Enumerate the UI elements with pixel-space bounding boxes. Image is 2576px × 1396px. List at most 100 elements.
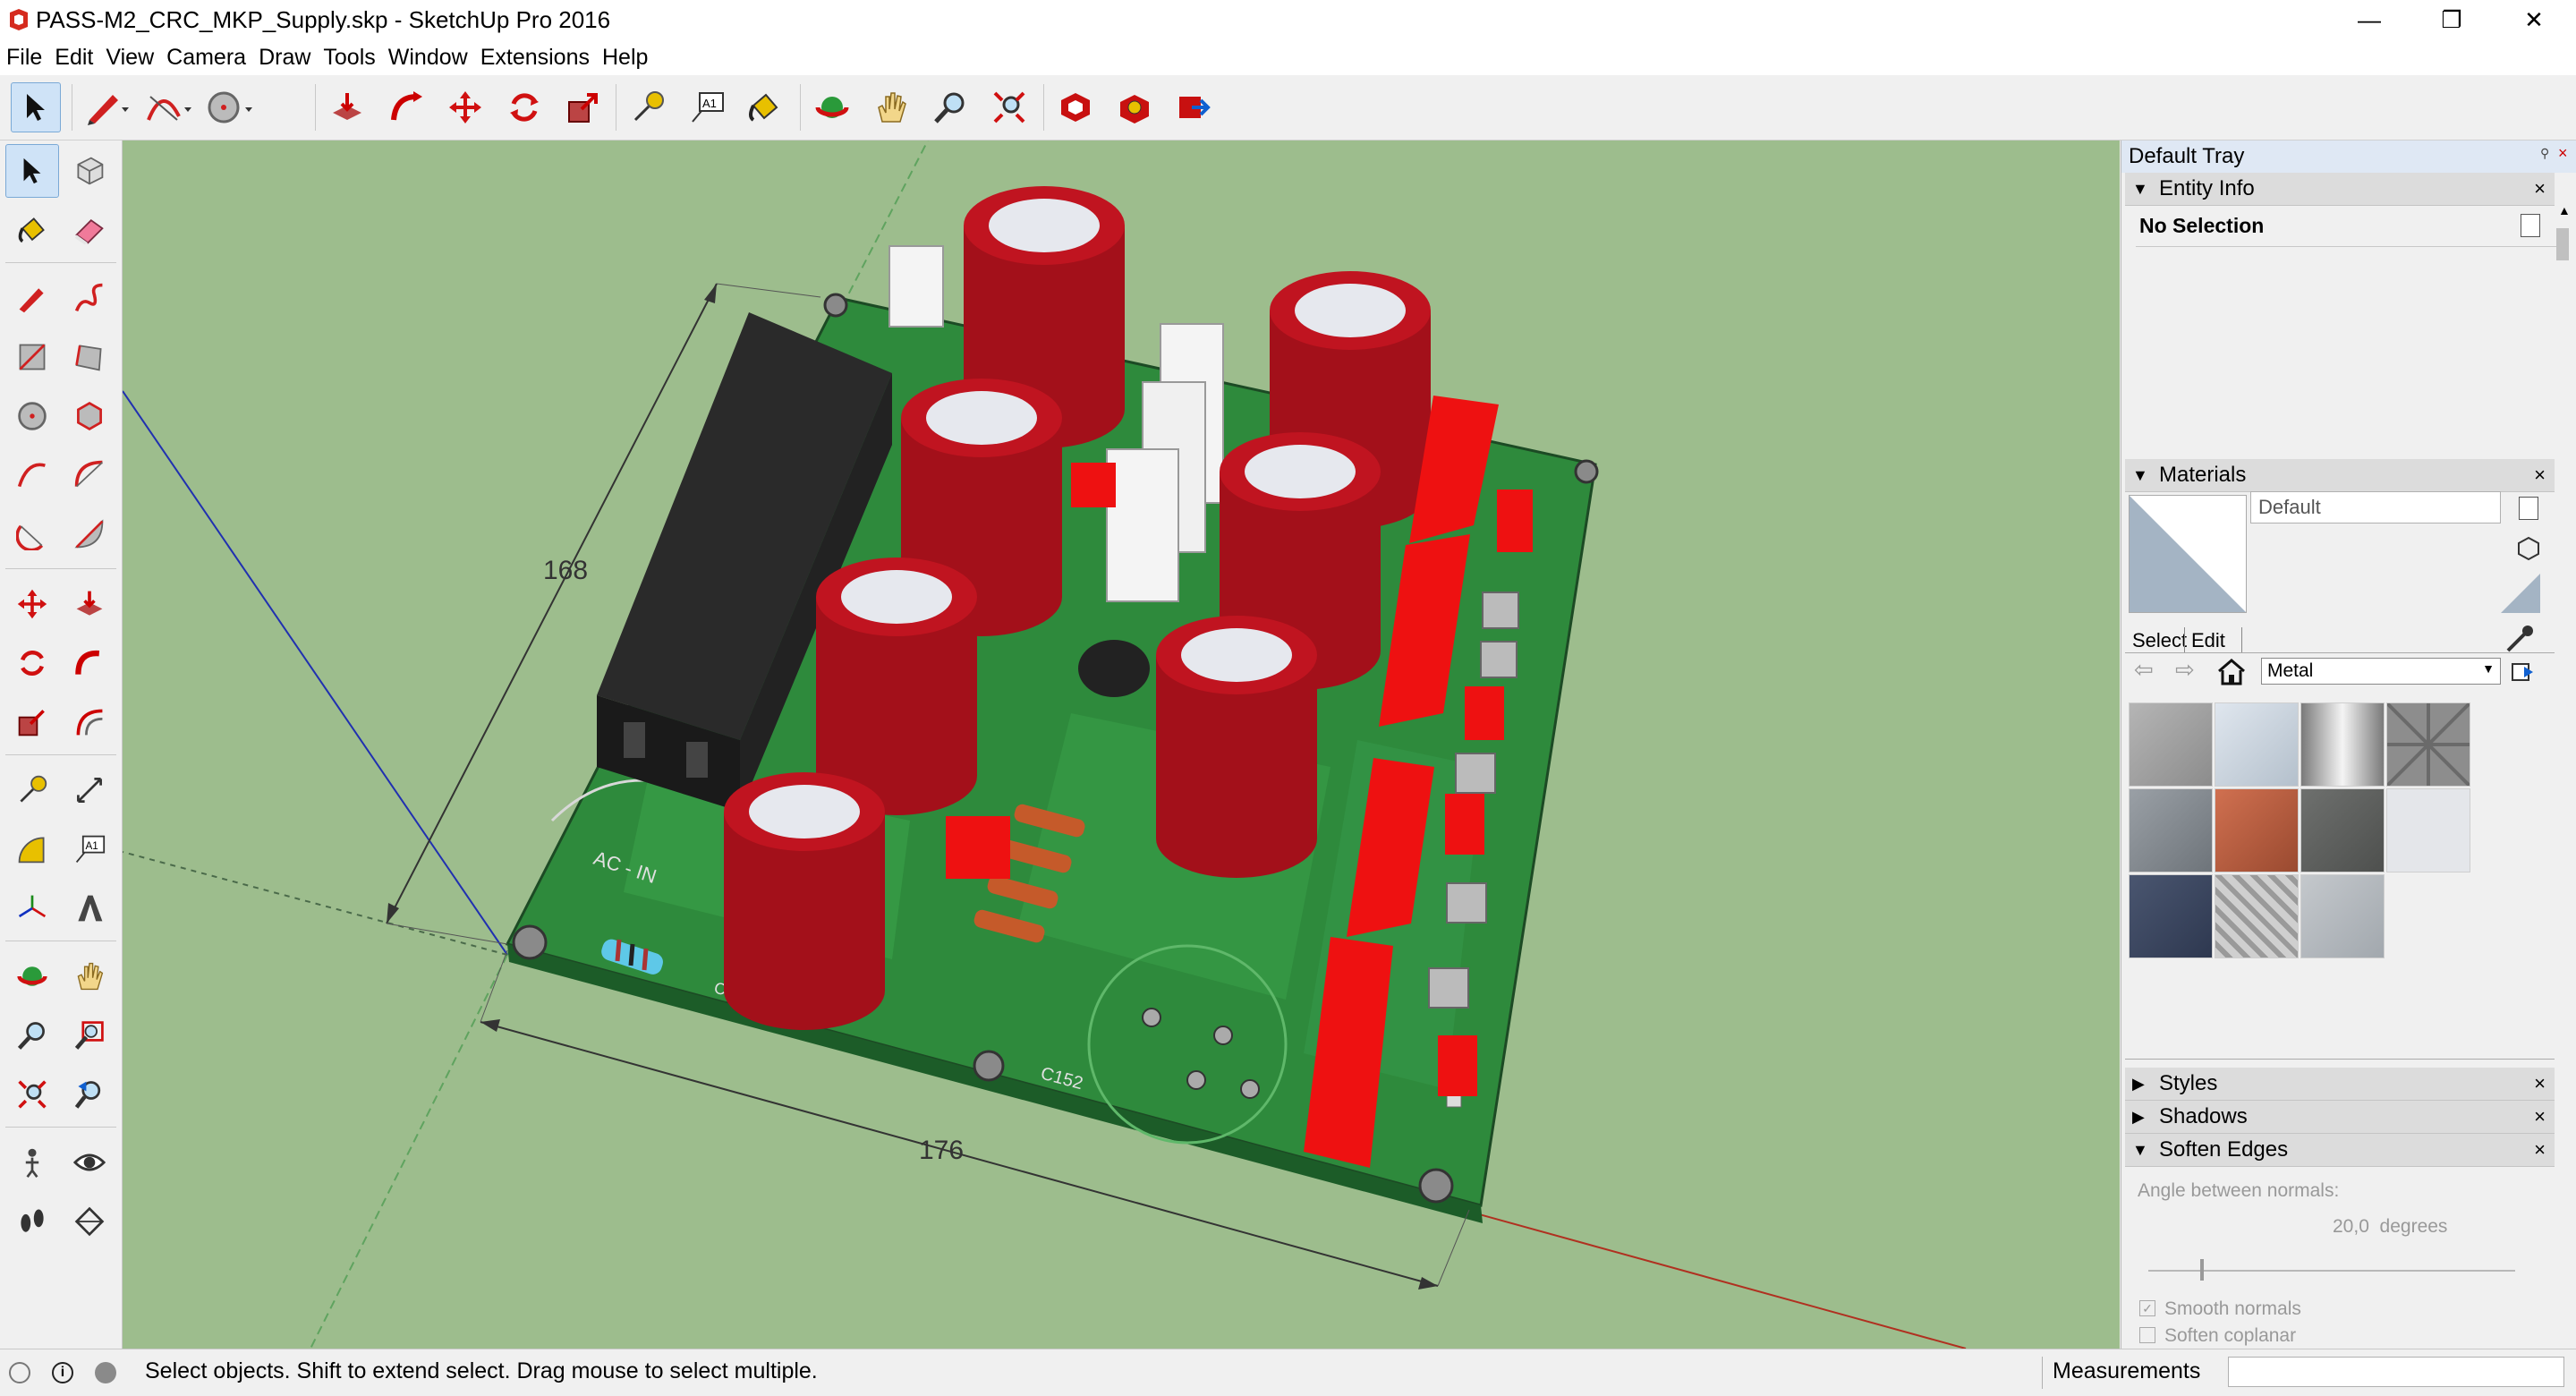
angle-slider[interactable] (2148, 1259, 2515, 1281)
materials-tab-select[interactable]: Select (2132, 629, 2187, 652)
menu-window[interactable]: Window (382, 39, 474, 75)
circle-tool-button[interactable] (204, 82, 254, 132)
material-swatch-metal[interactable] (2215, 874, 2299, 958)
menu-edit[interactable]: Edit (48, 39, 99, 75)
material-swatch-metal[interactable] (2386, 788, 2470, 872)
select-tool-button[interactable] (11, 82, 61, 132)
offset-button[interactable] (63, 695, 116, 749)
maximize-button[interactable]: ❐ (2410, 0, 2493, 39)
move-tool-button[interactable] (440, 82, 490, 132)
soften-edges-close-icon[interactable]: × (2534, 1134, 2546, 1166)
forward-arrow-icon[interactable]: ⇨ (2175, 656, 2195, 684)
home-icon[interactable] (2216, 658, 2247, 686)
push-pull-button[interactable] (322, 82, 372, 132)
entity-info-close-icon[interactable]: × (2534, 173, 2546, 205)
menu-draw[interactable]: Draw (252, 39, 317, 75)
info-icon[interactable]: i (52, 1362, 73, 1383)
menu-file[interactable]: File (0, 39, 48, 75)
left-arc-button[interactable] (5, 448, 59, 502)
smooth-normals-checkbox[interactable]: ✓ (2139, 1300, 2155, 1316)
pin-icon[interactable]: ⚲ (2540, 146, 2549, 161)
shadows-header[interactable]: ▶ Shadows × (2125, 1101, 2555, 1134)
styles-close-icon[interactable]: × (2534, 1068, 2546, 1100)
close-button[interactable]: ✕ (2493, 0, 2575, 39)
scale-tool-button[interactable] (558, 82, 608, 132)
rotate-tool-button[interactable] (499, 82, 549, 132)
paint-bucket-button[interactable] (739, 82, 789, 132)
left-tape-measure-button[interactable] (5, 763, 59, 817)
entity-info-header[interactable]: ▼ Entity Info × (2125, 173, 2555, 206)
materials-tab-edit[interactable]: Edit (2191, 629, 2225, 652)
zoom-button[interactable] (925, 82, 975, 132)
left-orbit-button[interactable] (5, 949, 59, 1003)
arc-tool-button[interactable] (143, 82, 193, 132)
left-zoom-button[interactable] (5, 1009, 59, 1062)
shadows-close-icon[interactable]: × (2534, 1101, 2546, 1133)
axes-button[interactable] (5, 881, 59, 935)
orbit-button[interactable] (807, 82, 857, 132)
zoom-extents-button[interactable] (984, 82, 1034, 132)
menu-extensions[interactable]: Extensions (474, 39, 596, 75)
modeling-viewport[interactable]: AC - IN C152 C138 (123, 140, 2120, 1349)
left-paint-bucket-button[interactable] (5, 203, 59, 257)
pan-button[interactable] (866, 82, 916, 132)
user-account-icon[interactable] (95, 1362, 116, 1383)
text-tool-button[interactable]: A1 (682, 82, 732, 132)
material-swatch-metal[interactable] (2129, 874, 2213, 958)
menu-help[interactable]: Help (596, 39, 654, 75)
soften-edges-header[interactable]: ▼ Soften Edges × (2125, 1134, 2555, 1167)
left-circle-button[interactable] (5, 389, 59, 443)
extension-warehouse-button[interactable] (1109, 82, 1160, 132)
materials-header[interactable]: ▼ Materials × (2125, 459, 2555, 492)
menu-tools[interactable]: Tools (317, 39, 381, 75)
material-name-field[interactable]: Default (2250, 491, 2501, 524)
zoom-window-button[interactable] (63, 1009, 116, 1062)
warehouse-button[interactable] (1050, 82, 1101, 132)
material-swatch-metal[interactable] (2129, 788, 2213, 872)
material-swatch-metal[interactable] (2215, 788, 2299, 872)
eraser-button[interactable] (63, 203, 116, 257)
material-swatch-metal[interactable] (2385, 702, 2471, 787)
left-text-button[interactable]: A1 (63, 822, 116, 876)
material-swatch-metal[interactable] (2215, 702, 2299, 787)
left-rotate-button[interactable] (5, 636, 59, 690)
dimension-button[interactable] (63, 763, 116, 817)
eyedropper-icon[interactable] (2504, 624, 2535, 654)
look-around-button[interactable] (63, 1136, 116, 1189)
details-arrow-icon[interactable] (2510, 660, 2537, 685)
minimize-button[interactable]: — (2328, 0, 2410, 39)
left-push-pull-button[interactable] (63, 577, 116, 631)
left-zoom-extents-button[interactable] (5, 1068, 59, 1121)
left-scale-button[interactable] (5, 695, 59, 749)
freehand-button[interactable] (63, 271, 116, 325)
protractor-button[interactable] (5, 822, 59, 876)
previous-view-button[interactable] (63, 1068, 116, 1121)
menu-camera[interactable]: Camera (160, 39, 252, 75)
expand-details-icon[interactable] (2521, 214, 2540, 237)
materials-close-icon[interactable]: × (2534, 459, 2546, 491)
3d-text-button[interactable] (63, 881, 116, 935)
share-model-button[interactable] (1169, 82, 1219, 132)
tape-measure-button[interactable] (623, 82, 673, 132)
follow-me-button[interactable] (381, 82, 431, 132)
left-select-button[interactable] (5, 144, 59, 198)
line-tool-button[interactable] (82, 82, 132, 132)
measurements-input[interactable] (2228, 1357, 2564, 1387)
styles-header[interactable]: ▶ Styles × (2125, 1068, 2555, 1101)
rotated-rectangle-button[interactable] (63, 330, 116, 384)
slider-thumb[interactable] (2200, 1259, 2204, 1281)
soften-coplanar-checkbox[interactable] (2139, 1327, 2155, 1343)
section-plane-button[interactable] (63, 1195, 116, 1248)
menu-view[interactable]: View (99, 39, 160, 75)
paint-cube-icon[interactable] (2515, 534, 2542, 561)
back-arrow-icon[interactable]: ⇦ (2134, 656, 2154, 684)
left-move-button[interactable] (5, 577, 59, 631)
tray-scrollbar[interactable]: ▲ ▼ (2555, 203, 2571, 1388)
default-material-swatch[interactable] (2501, 574, 2540, 613)
left-line-button[interactable] (5, 271, 59, 325)
geolocation-icon[interactable] (9, 1362, 30, 1383)
material-library-select[interactable]: Metal ▼ (2261, 658, 2501, 685)
material-swatch-metal[interactable] (2300, 702, 2385, 787)
material-swatch-metal[interactable] (2300, 874, 2385, 958)
material-swatch-metal[interactable] (2129, 702, 2213, 787)
